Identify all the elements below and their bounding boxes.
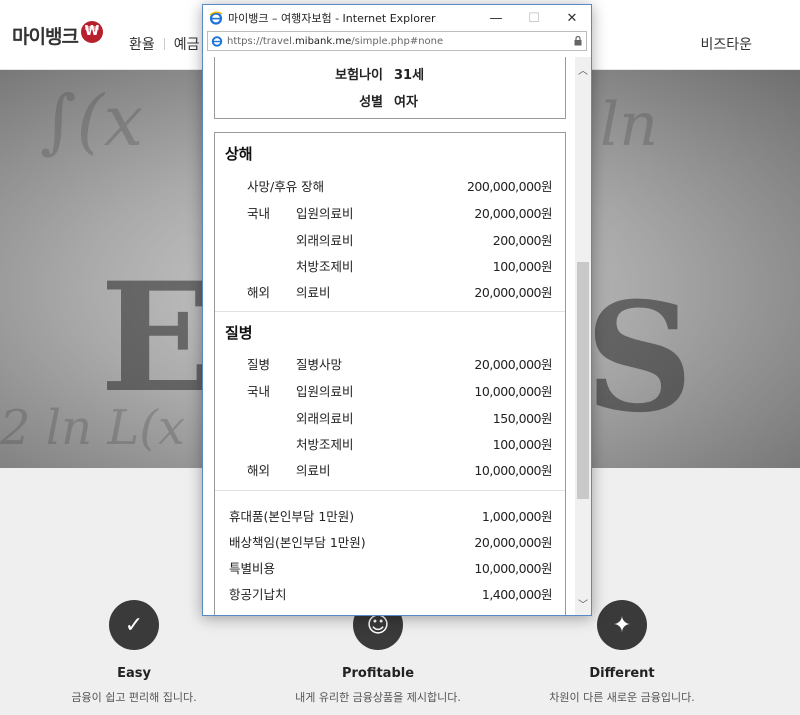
section-divider: [215, 490, 565, 491]
hero-decoration: ∫(x: [40, 80, 144, 162]
popup-content: 보험나이 31세 성별 여자 상해 사망/후유 장해 200,000,000원 …: [203, 57, 577, 615]
row-amount: 100,000원: [492, 437, 553, 452]
feature-desc: 금융이 쉽고 편리해 집니다.: [71, 691, 197, 704]
url-prefix: https://travel.: [227, 35, 296, 47]
feature-desc: 차원이 다른 새로운 금융입니다.: [549, 691, 695, 704]
row-item: 외래의료비: [296, 411, 354, 426]
ie-window-title: 마이뱅크 – 여행자보험 - Internet Explorer: [228, 12, 436, 25]
row-category: 국내: [247, 384, 271, 399]
hero-decoration: E: [100, 250, 215, 426]
row-category: 해외: [247, 285, 271, 300]
row-amount: 200,000원: [492, 233, 553, 248]
nav-item-deposit[interactable]: 예금: [174, 34, 200, 54]
coverage-row: 처방조제비 100,000원: [215, 256, 565, 274]
minimize-button[interactable]: —: [477, 5, 515, 31]
feature-title: Profitable: [341, 666, 415, 681]
row-category: 사망/후유 장해: [247, 179, 325, 194]
row-item: 처방조제비: [296, 437, 354, 452]
coverage-row: 항공기납치 1,400,000원: [215, 584, 565, 602]
gender-label: 성별: [359, 95, 383, 110]
coverage-row: 휴대품(본인부담 1만원) 1,000,000원: [215, 506, 565, 524]
age-label: 보험나이: [335, 68, 383, 83]
ie-titlebar[interactable]: 마이뱅크 – 여행자보험 - Internet Explorer — ☐ ✕: [203, 5, 591, 31]
url-suffix: /simple.php#none: [351, 35, 444, 47]
row-item: 처방조제비: [296, 259, 354, 274]
row-item: 외래의료비: [296, 233, 354, 248]
url-host: mibank.me: [295, 35, 352, 47]
row-amount: 20,000,000원: [474, 535, 552, 550]
row-item: 의료비: [296, 285, 331, 300]
row-item: 특별비용: [229, 561, 276, 576]
coverage-box: 상해 사망/후유 장해 200,000,000원 국내 입원의료비 20,000…: [214, 132, 566, 615]
coverage-row: 국내 입원의료비 20,000,000원: [215, 203, 565, 221]
row-amount: 10,000,000원: [474, 463, 552, 478]
section-title-disease: 질병: [225, 324, 253, 342]
coverage-row: 처방조제비 100,000원: [215, 434, 565, 452]
coverage-row: 사망/후유 장해 200,000,000원: [215, 176, 565, 194]
check-icon: ✓: [109, 600, 159, 650]
row-item: 의료비: [296, 463, 331, 478]
row-amount: 150,000원: [492, 411, 553, 426]
main-nav: 환율 예금: [129, 34, 200, 54]
row-item: 배상책임(본인부담 1만원): [229, 535, 366, 550]
coverage-row: 특별비용 10,000,000원: [215, 558, 565, 576]
coverage-row: 국내 입원의료비 10,000,000원: [215, 381, 565, 399]
row-amount: 20,000,000원: [474, 206, 552, 221]
scroll-up-icon[interactable]: ︿: [575, 61, 591, 77]
hero-decoration: ln: [600, 90, 658, 160]
ie-logo-icon: [209, 11, 223, 25]
profile-box: 보험나이 31세 성별 여자: [214, 57, 566, 119]
row-category: 해외: [247, 463, 271, 478]
coverage-row: 해외 의료비 20,000,000원: [215, 282, 565, 300]
row-item: 항공기납치: [229, 587, 287, 602]
hero-decoration: S: [585, 270, 694, 446]
gender-value: 여자: [394, 95, 418, 110]
row-amount: 100,000원: [492, 259, 553, 274]
won-badge-icon: ₩: [80, 20, 103, 43]
coverage-row: 외래의료비 200,000원: [215, 230, 565, 248]
row-amount: 20,000,000원: [474, 357, 552, 372]
nav-item-biztown[interactable]: 비즈타운: [700, 34, 752, 54]
address-bar[interactable]: https://travel. mibank.me/simple.php#none: [207, 31, 587, 51]
age-value: 31세: [394, 68, 425, 83]
nav-item-exchange[interactable]: 환율: [129, 34, 155, 54]
section-divider: [215, 311, 565, 312]
row-amount: 1,400,000원: [481, 587, 553, 602]
coverage-row: 배상책임(본인부담 1만원) 20,000,000원: [215, 532, 565, 550]
ie-page-icon: [211, 36, 223, 47]
section-title-injury: 상해: [225, 145, 253, 163]
logo-text: 마이뱅크: [12, 26, 79, 48]
feature-title: Different: [589, 666, 655, 681]
feature-desc: 내게 유리한 금융상품을 제시합니다.: [295, 691, 461, 704]
row-amount: 10,000,000원: [474, 384, 552, 399]
scroll-down-icon[interactable]: ﹀: [575, 595, 591, 611]
lock-icon: [574, 36, 582, 46]
row-item: 휴대품(본인부담 1만원): [229, 509, 355, 524]
scroll-thumb[interactable]: [577, 262, 589, 499]
row-item: 질병사망: [296, 357, 343, 372]
row-amount: 1,000,000원: [481, 509, 553, 524]
coverage-row: 질병 질병사망 20,000,000원: [215, 354, 565, 372]
vertical-scrollbar[interactable]: ︿ ﹀: [575, 57, 591, 615]
coverage-row: 해외 의료비 10,000,000원: [215, 460, 565, 478]
window-controls: — ☐ ✕: [477, 5, 591, 31]
row-category: 국내: [247, 206, 271, 221]
row-amount: 10,000,000원: [474, 561, 552, 576]
sparkle-icon: ✦: [597, 600, 647, 650]
row-category: 질병: [247, 357, 271, 372]
feature-title: Easy: [117, 666, 151, 681]
row-item: 입원의료비: [296, 206, 354, 221]
nav-divider: [163, 38, 165, 50]
coverage-row: 외래의료비 150,000원: [215, 408, 565, 426]
row-amount: 20,000,000원: [474, 285, 552, 300]
row-amount: 200,000,000원: [466, 179, 553, 194]
ie-popup-window: 마이뱅크 – 여행자보험 - Internet Explorer — ☐ ✕ h…: [202, 4, 592, 616]
close-button[interactable]: ✕: [553, 5, 591, 31]
row-item: 입원의료비: [296, 384, 354, 399]
maximize-button: ☐: [528, 10, 540, 26]
site-logo[interactable]: 마이뱅크 ₩: [12, 20, 103, 49]
